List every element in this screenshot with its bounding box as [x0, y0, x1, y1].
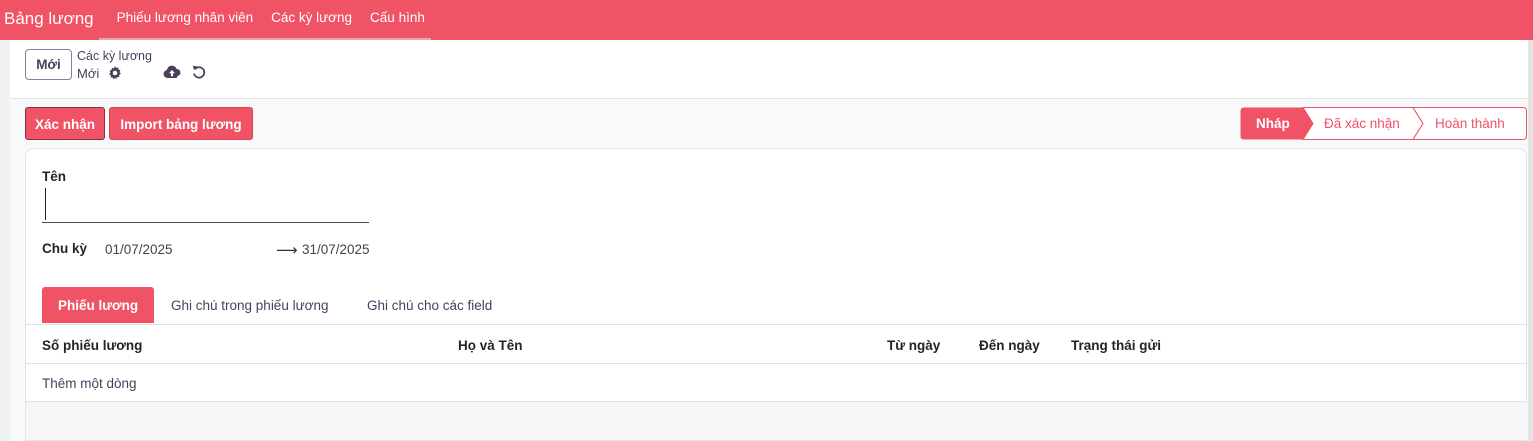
- confirm-button[interactable]: Xác nhận: [25, 107, 105, 140]
- left-gutter: [0, 40, 10, 441]
- breadcrumb-parent[interactable]: Các kỳ lương: [77, 49, 152, 63]
- column-full-name[interactable]: Họ và Tên: [458, 338, 523, 353]
- import-payroll-button[interactable]: Import bảng lương: [109, 107, 253, 140]
- date-to-field[interactable]: 31/07/2025: [302, 242, 370, 257]
- vertical-scrollbar[interactable]: [1528, 40, 1533, 441]
- new-button[interactable]: Mới: [25, 49, 72, 80]
- cloud-upload-icon[interactable]: [163, 64, 181, 80]
- status-confirmed[interactable]: Đã xác nhận: [1324, 107, 1400, 140]
- breadcrumb-current: Mới: [77, 66, 100, 81]
- tab-divider: [26, 324, 1527, 325]
- tab-payslip-notes[interactable]: Ghi chú trong phiếu lương: [171, 287, 329, 323]
- undo-icon[interactable]: [191, 64, 207, 80]
- column-payslip-number[interactable]: Số phiếu lương: [42, 338, 142, 353]
- app-title[interactable]: Bảng lương: [0, 0, 108, 40]
- name-input[interactable]: [42, 187, 369, 223]
- menu-pay-periods[interactable]: Các kỳ lương: [262, 0, 361, 40]
- name-label: Tên: [42, 169, 67, 184]
- text-caret: [45, 188, 46, 220]
- table-row: [26, 402, 1527, 440]
- column-send-status[interactable]: Trạng thái gửi: [1071, 338, 1161, 353]
- column-to-date[interactable]: Đến ngày: [979, 338, 1040, 353]
- status-bar: Nháp Đã xác nhận Hoàn thành: [1240, 107, 1527, 140]
- status-done[interactable]: Hoàn thành: [1435, 107, 1505, 140]
- column-from-date[interactable]: Từ ngày: [887, 338, 940, 353]
- header-divider: [26, 363, 1527, 364]
- control-panel: Mới Các kỳ lương Mới: [10, 40, 1528, 99]
- arrow-right-icon: ⟶: [276, 242, 298, 259]
- add-line-link[interactable]: Thêm một dòng: [42, 376, 137, 391]
- top-navbar: Bảng lương Phiếu lương nhân viên Các kỳ …: [0, 0, 1533, 40]
- status-draft[interactable]: Nháp: [1256, 107, 1290, 140]
- menu-payslips[interactable]: Phiếu lương nhân viên: [108, 0, 262, 40]
- menu-settings[interactable]: Cấu hình: [361, 0, 434, 40]
- tab-field-notes[interactable]: Ghi chú cho các field: [367, 287, 492, 323]
- tab-payslips[interactable]: Phiếu lương: [42, 287, 154, 323]
- date-from-field[interactable]: 01/07/2025: [105, 242, 173, 257]
- period-label: Chu kỳ: [42, 241, 88, 256]
- gear-icon[interactable]: [108, 66, 122, 80]
